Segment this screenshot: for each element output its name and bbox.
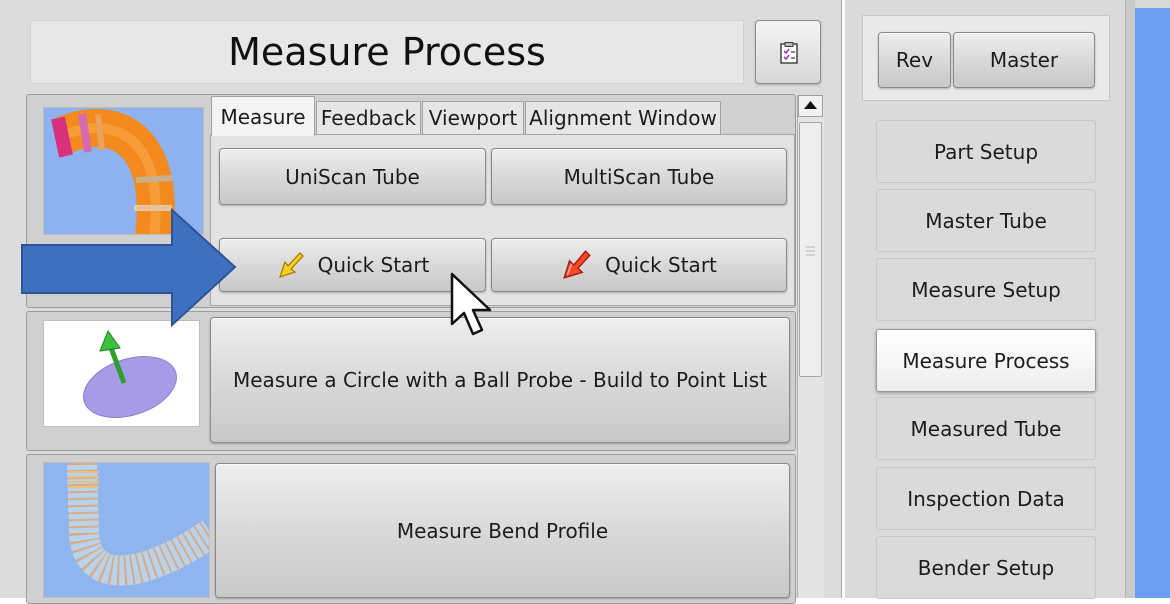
tab-alignment-window[interactable]: Alignment Window bbox=[525, 101, 721, 134]
quick-start-uniscan-button[interactable]: Quick Start bbox=[219, 238, 486, 292]
checklist-icon bbox=[780, 42, 798, 64]
triangle-up-icon bbox=[804, 101, 817, 109]
circle-probe-icon bbox=[83, 329, 177, 418]
tab-measure[interactable]: Measure bbox=[211, 96, 315, 136]
nav-item-master-tube[interactable]: Master Tube bbox=[876, 189, 1096, 252]
multiscan-tube-button[interactable]: MultiScan Tube bbox=[491, 148, 787, 205]
quick-start-label: Quick Start bbox=[317, 253, 430, 277]
rev-button[interactable]: Rev bbox=[878, 32, 951, 88]
quick-start-label: Quick Start bbox=[605, 253, 717, 277]
bend-profile-tube-icon bbox=[44, 463, 209, 597]
checklist-button[interactable] bbox=[755, 20, 821, 84]
measure-circle-ball-probe-button[interactable]: Measure a Circle with a Ball Probe - Bui… bbox=[210, 317, 790, 443]
grip-icon bbox=[806, 246, 815, 256]
scrollbar-thumb[interactable] bbox=[799, 122, 822, 377]
viewport-edge bbox=[1135, 0, 1170, 598]
nav-item-measure-setup[interactable]: Measure Setup bbox=[876, 258, 1096, 321]
tutorial-arrow-icon bbox=[21, 207, 237, 328]
quick-start-multiscan-button[interactable]: Quick Start bbox=[491, 238, 787, 292]
mouse-cursor-icon bbox=[450, 272, 492, 336]
bend-profile-thumbnail bbox=[43, 462, 210, 598]
tab-viewport[interactable]: Viewport bbox=[422, 101, 524, 134]
yellow-arrow-icon bbox=[278, 252, 304, 279]
scroll-up-button[interactable] bbox=[798, 95, 823, 117]
red-arrow-icon bbox=[563, 250, 591, 279]
nav-item-measured-tube[interactable]: Measured Tube bbox=[876, 397, 1096, 460]
nav-item-bender-setup[interactable]: Bender Setup bbox=[876, 536, 1096, 599]
master-button[interactable]: Master bbox=[953, 32, 1095, 88]
uniscan-tube-button[interactable]: UniScan Tube bbox=[219, 148, 486, 205]
nav-item-inspection-data[interactable]: Inspection Data bbox=[876, 467, 1096, 530]
measure-bend-profile-button[interactable]: Measure Bend Profile bbox=[215, 463, 790, 598]
nav-item-measure-process[interactable]: Measure Process bbox=[876, 329, 1096, 392]
nav-item-part-setup[interactable]: Part Setup bbox=[876, 120, 1096, 183]
tab-feedback[interactable]: Feedback bbox=[316, 101, 421, 134]
circle-probe-thumbnail bbox=[43, 320, 200, 427]
navigation-scrollbar[interactable] bbox=[1125, 0, 1135, 598]
page-title: Measure Process bbox=[30, 20, 744, 84]
